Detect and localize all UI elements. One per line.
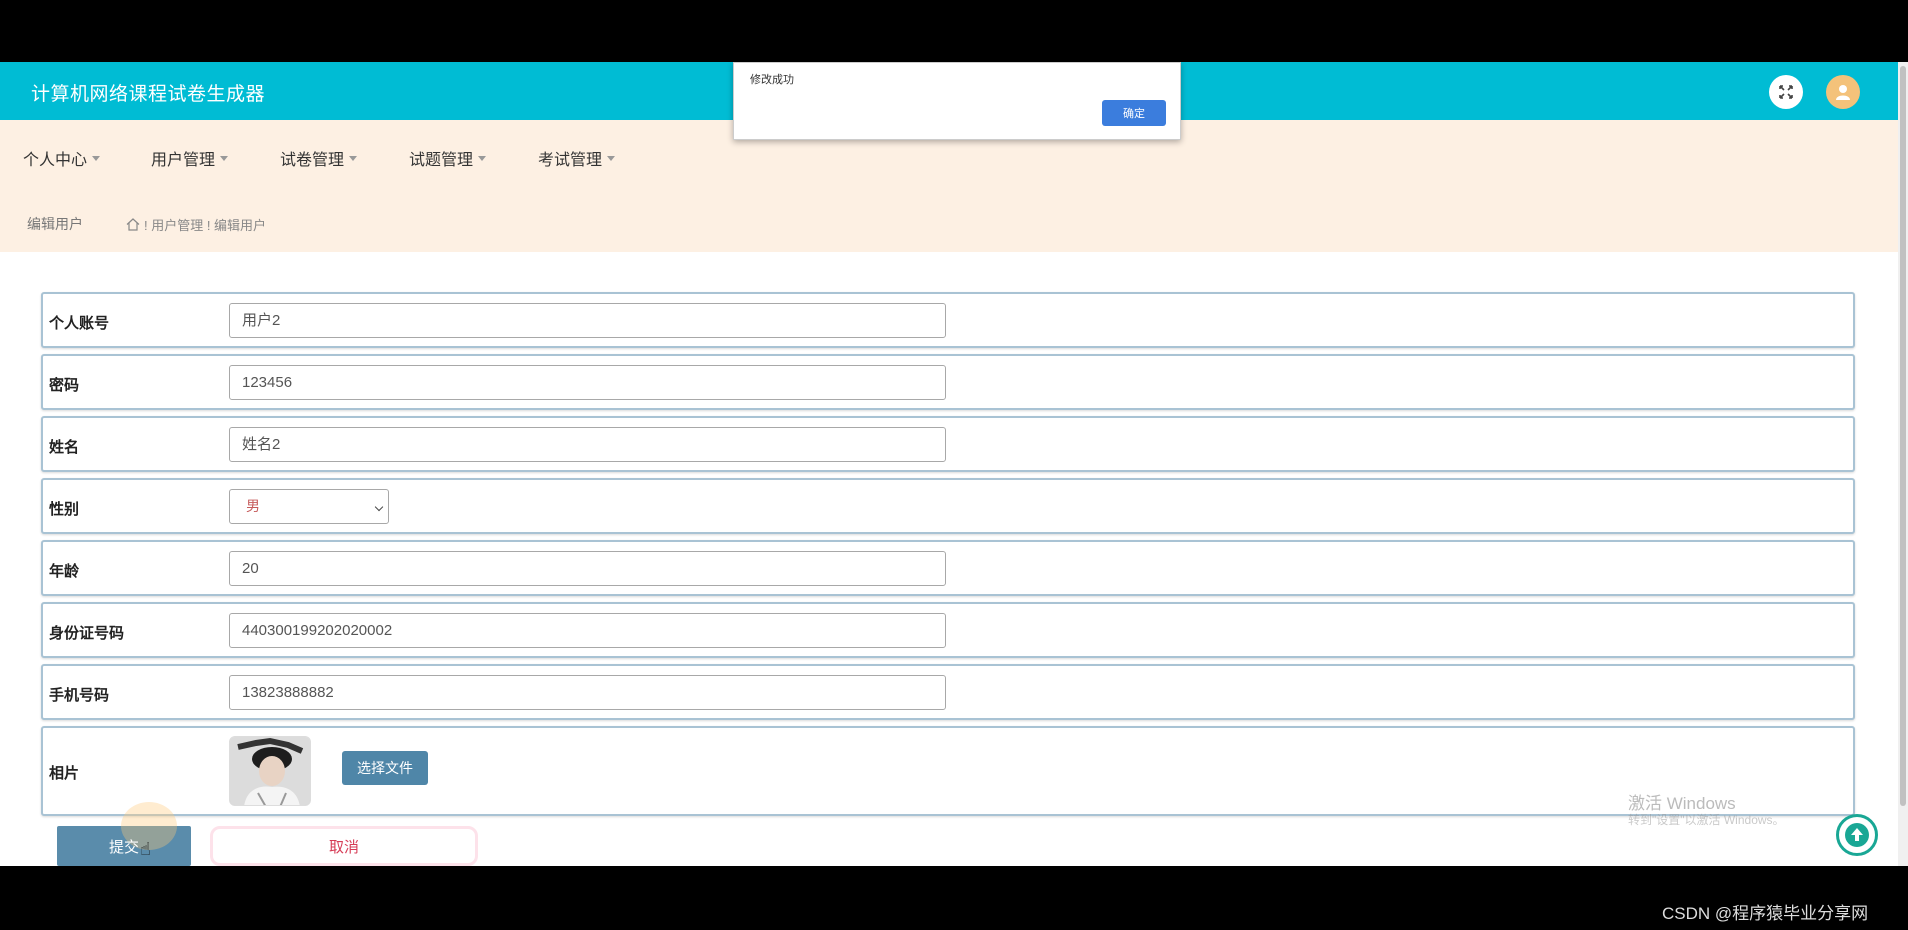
- breadcrumb: ! 用户管理 ! 编辑用户: [126, 215, 266, 234]
- field-label: 性别: [49, 501, 80, 518]
- submit-button[interactable]: 提交: [57, 802, 191, 866]
- chevron-down-icon: [374, 502, 384, 512]
- form-row-id-number: 身份证号码 440300199202020002: [41, 602, 1855, 658]
- nav-item-label: 用户管理: [151, 152, 216, 169]
- nav-item-user-management[interactable]: 用户管理: [151, 146, 229, 170]
- field-label: 年龄: [49, 563, 80, 580]
- account-input[interactable]: 用户2: [229, 303, 946, 338]
- phone-input[interactable]: 13823888882: [229, 675, 946, 710]
- field-label: 相片: [49, 765, 80, 782]
- form-row-name: 姓名 姓名2: [41, 416, 1855, 472]
- caret-down-icon: [607, 155, 616, 161]
- arrow-up-icon: [1845, 823, 1869, 847]
- password-input[interactable]: 123456: [229, 365, 946, 400]
- user-avatar-button[interactable]: [1826, 75, 1860, 109]
- field-label: 密码: [49, 377, 80, 394]
- gender-select[interactable]: 男: [229, 489, 389, 524]
- form-row-gender: 性别 男: [41, 478, 1855, 534]
- hand-cursor-icon: ☝: [140, 839, 151, 859]
- caret-down-icon: [349, 155, 358, 161]
- dialog-ok-button[interactable]: 确定: [1102, 100, 1166, 126]
- nav-item-exam-management[interactable]: 考试管理: [538, 146, 616, 170]
- screen: 计算机网络课程试卷生成器 个人中心 用户管理 试卷管理 试题管理 考试管理 编辑…: [0, 0, 1908, 930]
- nav-item-label: 试题管理: [409, 152, 474, 169]
- app-window: 计算机网络课程试卷生成器 个人中心 用户管理 试卷管理 试题管理 考试管理 编辑…: [0, 62, 1898, 866]
- caret-down-icon: [478, 155, 487, 161]
- id-number-input[interactable]: 440300199202020002: [229, 613, 946, 648]
- dialog-message: 修改成功: [750, 74, 794, 86]
- form-row-photo: 相片 选择文件: [41, 726, 1855, 816]
- back-to-top-button[interactable]: [1836, 814, 1878, 856]
- page-title: 编辑用户: [27, 216, 83, 232]
- scrollbar-thumb[interactable]: [1900, 66, 1906, 806]
- form-row-phone: 手机号码 13823888882: [41, 664, 1855, 720]
- caret-down-icon: [92, 155, 101, 161]
- form-row-account: 个人账号 用户2: [41, 292, 1855, 348]
- field-label: 身份证号码: [49, 625, 125, 642]
- caret-down-icon: [220, 155, 229, 161]
- user-avatar-icon: [1836, 85, 1850, 100]
- breadcrumb-path: ! 用户管理 ! 编辑用户: [144, 218, 267, 233]
- csdn-credit-watermark: CSDN @程序猿毕业分享网: [1662, 904, 1869, 923]
- alert-dialog: 修改成功 确定: [733, 62, 1181, 140]
- fullscreen-icon: [1779, 85, 1793, 99]
- home-icon[interactable]: [126, 218, 140, 231]
- submit-label: 提交: [108, 838, 139, 856]
- fullscreen-button[interactable]: [1769, 75, 1803, 109]
- choose-file-button[interactable]: 选择文件: [342, 751, 428, 785]
- nav-item-label: 试卷管理: [280, 152, 345, 169]
- gender-select-value: 男: [246, 498, 260, 514]
- app-title: 计算机网络课程试卷生成器: [31, 83, 266, 105]
- field-label: 个人账号: [49, 315, 110, 332]
- photo-thumbnail: [229, 736, 311, 806]
- nav-item-paper-management[interactable]: 试卷管理: [280, 146, 358, 170]
- page-scrollbar[interactable]: [1898, 62, 1908, 866]
- form-row-age: 年龄 20: [41, 540, 1855, 596]
- portrait-image: [230, 737, 310, 805]
- breadcrumb-bar: 编辑用户 ! 用户管理 ! 编辑用户: [0, 194, 1898, 252]
- form-row-password: 密码 123456: [41, 354, 1855, 410]
- field-label: 手机号码: [49, 687, 110, 704]
- field-label: 姓名: [49, 439, 80, 456]
- windows-activation-subtext: 转到"设置"以激活 Windows。: [1628, 813, 1785, 827]
- nav-item-question-management[interactable]: 试题管理: [409, 146, 487, 170]
- age-input[interactable]: 20: [229, 551, 946, 586]
- name-input[interactable]: 姓名2: [229, 427, 946, 462]
- nav-item-label: 个人中心: [23, 152, 88, 169]
- nav-item-label: 考试管理: [538, 152, 603, 169]
- nav-item-personal-center[interactable]: 个人中心: [23, 146, 101, 170]
- cancel-button[interactable]: 取消: [210, 826, 478, 866]
